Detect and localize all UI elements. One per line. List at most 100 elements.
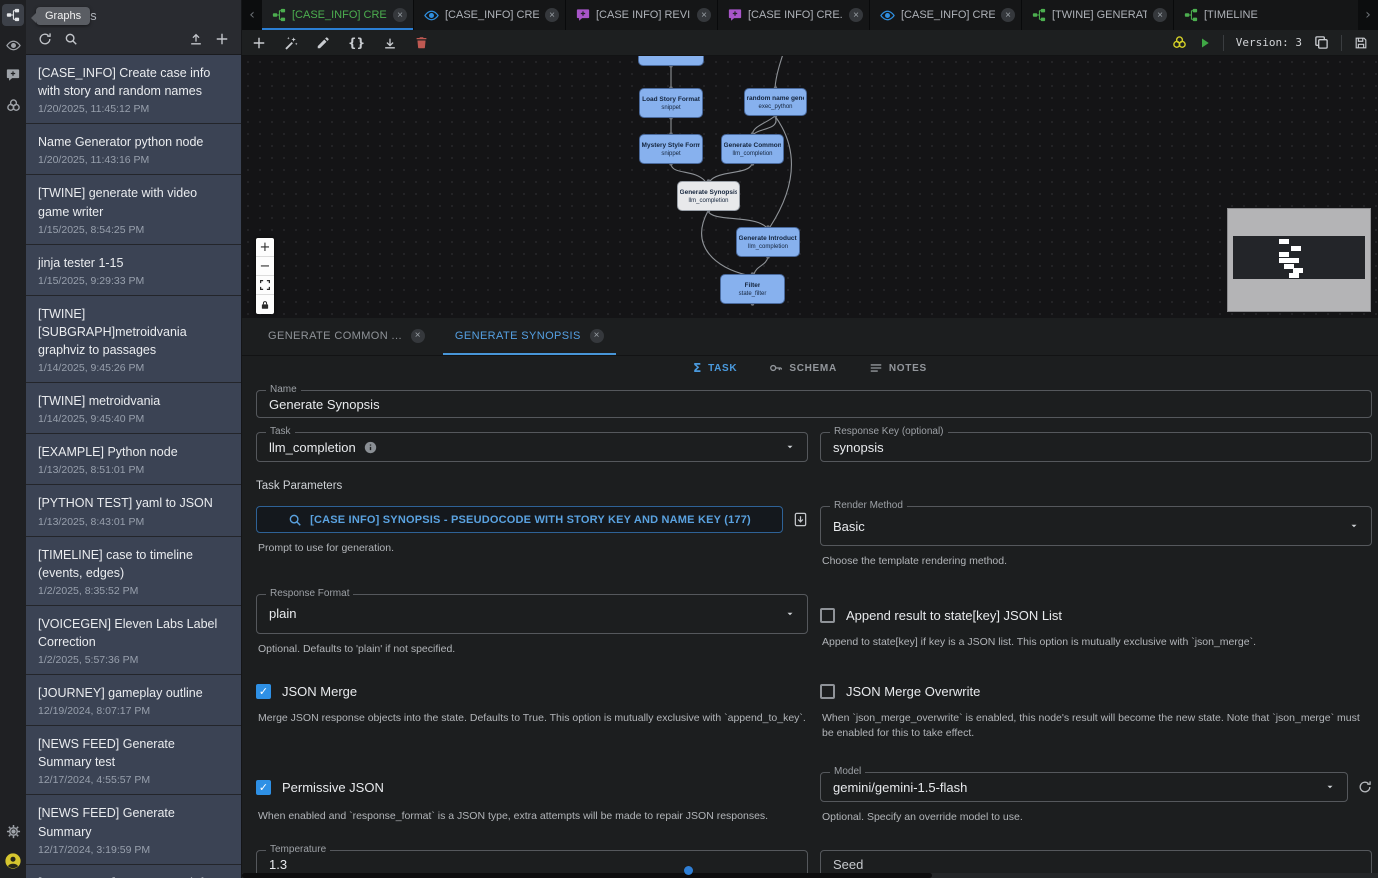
response-format-select[interactable]: Response Format plain — [256, 594, 808, 634]
comment-plus-icon — [6, 68, 20, 82]
panel-drag-handle[interactable] — [684, 866, 693, 875]
graph-list-item[interactable]: [CASE_INFO] Create case info with story … — [26, 865, 241, 878]
view-tab-task[interactable]: ΣTASK — [693, 362, 737, 374]
task-select[interactable]: Task llm_completion — [256, 432, 808, 462]
tab-close-button[interactable]: × — [393, 8, 407, 22]
graph-node[interactable]: random name genera...exec_python — [744, 88, 807, 116]
node-tab-close-button[interactable]: × — [590, 329, 604, 343]
graph-list-item[interactable]: [TWINE][SUBGRAPH]metroidvania graphviz t… — [26, 296, 241, 383]
graph-node[interactable]: state_mkey — [638, 56, 704, 66]
node-tab[interactable]: GENERATE COMMON ...× — [256, 318, 437, 355]
response-key-field[interactable]: Response Key (optional) synopsis — [820, 432, 1372, 462]
graph-list-item[interactable]: jinja tester 1-151/15/2025, 9:29:33 PM — [26, 245, 241, 296]
zoom-out-button[interactable]: − — [256, 257, 274, 276]
info-icon[interactable] — [364, 441, 377, 454]
tab-label: [CASE_INFO] CRE... — [292, 9, 387, 21]
upload-icon[interactable] — [189, 32, 203, 46]
editor-tab[interactable]: [TIMELINE — [1174, 0, 1358, 30]
view-tab-notes[interactable]: NOTES — [869, 361, 927, 375]
graph-list-item[interactable]: [PYTHON TEST] yaml to JSON1/13/2025, 8:4… — [26, 485, 241, 536]
graph-node[interactable]: Filterstate_filter — [720, 274, 785, 304]
rail-item-knot[interactable] — [2, 94, 24, 116]
refresh-icon[interactable] — [38, 32, 52, 46]
rail-item-prompts[interactable] — [2, 64, 24, 86]
graph-list-item[interactable]: [TWINE] metroidvania1/14/2025, 9:45:40 P… — [26, 383, 241, 434]
name-field[interactable]: Name Generate Synopsis — [256, 390, 1372, 418]
scrollbar-thumb[interactable] — [242, 873, 932, 878]
editor-tab[interactable]: [CASE_INFO] CRE...× — [870, 0, 1022, 30]
temperature-label: Temperature — [266, 844, 330, 855]
tab-close-button[interactable]: × — [1153, 8, 1167, 22]
json-merge-helper: Merge JSON response objects into the sta… — [258, 711, 806, 727]
tab-close-button[interactable]: × — [1001, 8, 1015, 22]
chevron-down-icon — [785, 442, 795, 452]
edit-button[interactable] — [316, 36, 330, 50]
editor-tab[interactable]: [CASE_INFO] CRE...× — [414, 0, 566, 30]
view-tab-schema[interactable]: SCHEMA — [769, 361, 837, 375]
rail-item-viewer[interactable] — [2, 34, 24, 56]
append-to-key-checkbox[interactable]: Append result to state[key] JSON List — [820, 608, 1372, 623]
knot-icon[interactable] — [1172, 35, 1187, 50]
refresh-models-icon[interactable] — [1358, 780, 1372, 794]
graph-node[interactable]: Load Story Formatsnippet — [639, 88, 703, 118]
graph-node[interactable]: Generate Introductionllm_completion — [736, 227, 800, 257]
node-tab[interactable]: GENERATE SYNOPSIS× — [443, 318, 616, 355]
json-merge-checkbox[interactable]: ✓ JSON Merge — [256, 684, 808, 699]
graph-canvas[interactable]: + − state_mkey Load Story Formatsnippet ra… — [242, 56, 1378, 318]
prompt-select-button[interactable]: [CASE INFO] SYNOPSIS - PSEUDOCODE WITH S… — [256, 506, 783, 533]
model-value: gemini/gemini-1.5-flash — [833, 780, 967, 795]
editor-tab[interactable]: [CASE INFO] REVI...× — [566, 0, 718, 30]
node-tab-close-button[interactable]: × — [411, 329, 425, 343]
rail-item-settings[interactable] — [2, 820, 24, 842]
graph-list-item[interactable]: Name Generator python node1/20/2025, 11:… — [26, 124, 241, 175]
search-icon[interactable] — [64, 32, 78, 46]
zoom-in-button[interactable]: + — [256, 238, 274, 257]
copy-icon[interactable] — [1314, 35, 1329, 50]
horizontal-scrollbar[interactable] — [242, 873, 1378, 878]
rail-item-graphs[interactable] — [2, 4, 24, 26]
graph-node[interactable]: Mystery Style Format...snippet — [639, 134, 703, 164]
tab-close-button[interactable]: × — [545, 8, 559, 22]
fit-view-button[interactable] — [256, 276, 274, 295]
run-icon[interactable] — [1199, 37, 1211, 49]
graph-list-item[interactable]: [TIMELINE] case to timeline (events, edg… — [26, 537, 241, 606]
editor-tab[interactable]: [CASE_INFO] CRE... × — [262, 0, 414, 30]
rail-item-account[interactable] — [2, 850, 24, 872]
add-graph-icon[interactable] — [215, 32, 229, 46]
graph-item-title: Name Generator python node — [38, 133, 229, 151]
graph-list-item[interactable]: [NEWS FEED] Generate Summary12/17/2024, … — [26, 795, 241, 864]
auto-layout-button[interactable] — [284, 36, 298, 50]
graph-list-item[interactable]: [CASE_INFO] Create case info with story … — [26, 55, 241, 124]
graph-list-item[interactable]: [NEWS FEED] Generate Summary test12/17/2… — [26, 726, 241, 795]
edit-icon — [316, 36, 330, 50]
post-add-icon[interactable] — [793, 512, 808, 527]
editor-tab[interactable]: [CASE INFO] CRE...× — [718, 0, 870, 30]
tab-close-button[interactable]: × — [849, 8, 863, 22]
graph-list-item[interactable]: [JOURNEY] gameplay outline12/19/2024, 8:… — [26, 675, 241, 726]
graph-list-item[interactable]: [TWINE] generate with video game writer1… — [26, 175, 241, 244]
permissive-json-checkbox[interactable]: ✓ Permissive JSON — [256, 780, 808, 795]
tabs-scroll-right-button[interactable]: › — [1358, 0, 1378, 30]
graph-item-time: 1/13/2025, 8:51:01 PM — [38, 464, 229, 476]
graph-list-item[interactable]: [VOICEGEN] Eleven Labs Label Correction1… — [26, 606, 241, 675]
model-select[interactable]: Model gemini/gemini-1.5-flash — [820, 772, 1348, 802]
braces-button[interactable]: {} — [348, 37, 365, 49]
delete-button[interactable] — [415, 36, 428, 49]
json-merge-overwrite-checkbox[interactable]: JSON Merge Overwrite — [820, 684, 1372, 699]
tabs-scroll-left-button[interactable]: ‹ — [242, 0, 262, 30]
graph-node[interactable]: Generate Synopsisllm_completion — [677, 181, 740, 211]
node-title: Generate Synopsis — [680, 189, 738, 196]
save-icon[interactable] — [1354, 36, 1368, 50]
minimap-viewport[interactable] — [1233, 236, 1365, 279]
main-area: ‹ [CASE_INFO] CRE...×[CASE_INFO] CRE...×… — [242, 0, 1378, 878]
add-button[interactable] — [252, 36, 266, 50]
editor-tab[interactable]: [TWINE] GENERAT...× — [1022, 0, 1174, 30]
tab-close-button[interactable]: × — [697, 8, 711, 22]
render-method-select[interactable]: Render Method Basic — [820, 506, 1372, 546]
download-button[interactable] — [383, 36, 397, 50]
graph-node[interactable]: Generate Common Infollm_completion — [721, 134, 784, 164]
graph-list-item[interactable]: [EXAMPLE] Python node1/13/2025, 8:51:01 … — [26, 434, 241, 485]
minimap[interactable] — [1227, 208, 1371, 312]
task-select-value: llm_completion — [269, 440, 356, 455]
lock-button[interactable] — [256, 295, 274, 314]
